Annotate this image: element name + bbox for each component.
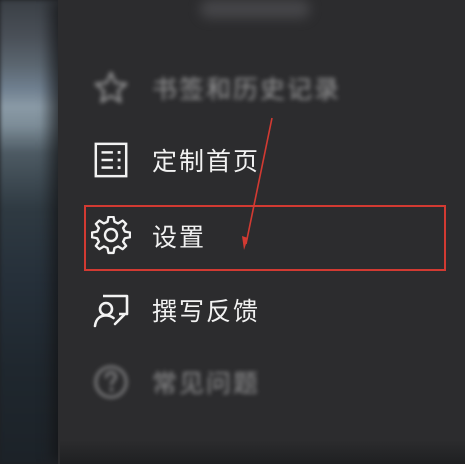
menu-item-label: 撰写反馈 [152,297,261,326]
bottom-fade [60,440,465,464]
menu-item-faq[interactable]: 常见问题 [90,354,430,410]
feedback-icon [90,289,132,331]
question-icon [90,361,132,403]
star-icon [90,67,132,109]
highlight-box [84,205,446,271]
menu-item-customize-homepage[interactable]: 定制首页 [90,132,430,188]
menu-item-label: 常见问题 [152,369,261,398]
menu-item-write-feedback[interactable]: 撰写反馈 [90,282,430,338]
list-icon [90,139,132,181]
screenshot-stage: 书签和历史记录 定制首页 设置 撰写反馈 常见问题 [0,0,465,464]
menu-item-bookmarks-history[interactable]: 书签和历史记录 [90,60,430,116]
menu-item-label: 书签和历史记录 [152,75,342,104]
menu-item-label: 定制首页 [152,147,261,176]
